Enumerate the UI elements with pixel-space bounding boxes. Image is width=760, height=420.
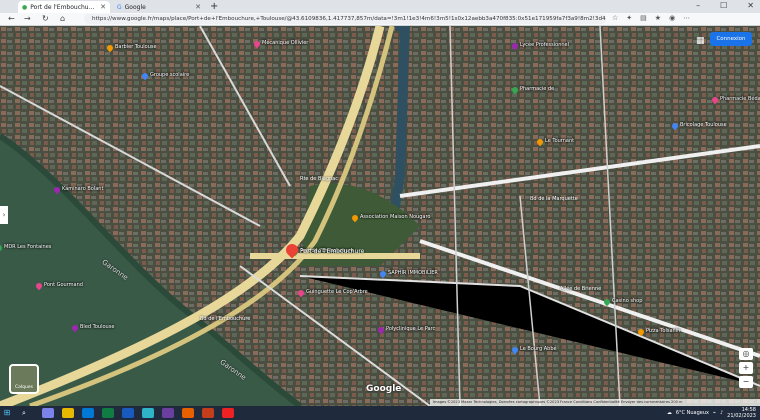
google-logo: Google [366, 384, 402, 394]
zoom-controls: ◎ + − [739, 348, 753, 388]
road-label: Rte de Blagnac [300, 176, 338, 182]
location-icon[interactable]: ◎ [739, 348, 753, 360]
signin-button[interactable]: Connexion [710, 32, 752, 46]
map-attribution[interactable]: Images ©2023 Maxar Technologies, Données… [430, 399, 760, 406]
poi-label[interactable]: Barbier Toulouse [115, 44, 157, 50]
poi-label[interactable]: Pharmacie de [520, 86, 554, 92]
excel-icon[interactable] [102, 408, 114, 418]
reload-icon[interactable]: ↻ [42, 14, 49, 23]
maps-pin-icon: ● [22, 3, 28, 11]
road-label: Allée de Brienne [560, 286, 602, 292]
poi-label[interactable]: Pizza Tolsanin [646, 328, 680, 334]
poi-label[interactable]: Guinguette Le Cop'Arbre [306, 289, 368, 295]
edge-icon[interactable] [142, 408, 154, 418]
poi-label[interactable]: SAPHIR IMMOBILIER [388, 270, 438, 276]
forward-icon[interactable]: → [24, 14, 31, 23]
poi-label[interactable]: Bled Toulouse [80, 324, 114, 330]
poi-label[interactable]: Pharmacie Béda [720, 96, 760, 102]
tab-strip: ● Port de l'Embouchure - Google ✕ G Goog… [0, 0, 760, 13]
minimize-icon[interactable]: – [696, 1, 700, 10]
collapse-panel-button[interactable]: › [0, 206, 8, 224]
poi-label[interactable]: Association Maison Nougaro [360, 214, 430, 220]
tab-google[interactable]: G Google ✕ [113, 1, 205, 13]
extensions-icon[interactable]: ✦ [626, 14, 632, 22]
collections-icon[interactable]: ▤ [640, 14, 647, 22]
onenote-icon[interactable] [162, 408, 174, 418]
windows-start-icon[interactable]: ⊞ [0, 406, 14, 420]
poi-label[interactable]: Pont Gourmand [44, 282, 83, 288]
taskbar: ⊞ ⌕ ☁ 6°C Nuageux ⌁ ♪ 14:58 21/02/2023 [0, 406, 760, 420]
browser-toolbar: ← → ↻ ⌂ https://www.google.fr/maps/place… [0, 13, 760, 26]
apps-grid-icon[interactable]: ▦ [696, 36, 705, 46]
network-icon[interactable]: ⌁ [713, 410, 716, 416]
poi-label[interactable]: Lycée Professionnel [520, 42, 569, 48]
poi-label[interactable]: Kaminaro Bolant [62, 186, 103, 192]
outlook-icon[interactable] [82, 408, 94, 418]
layers-button[interactable]: Calques [9, 364, 39, 394]
toolbar-icons: ☆ ✦ ▤ ★ ◉ ⋯ [612, 14, 690, 22]
tab-label: Port de l'Embouchure - Google [30, 3, 96, 11]
clock-date: 21/02/2023 [727, 413, 756, 419]
profile-icon[interactable]: ◉ [669, 14, 675, 22]
teams-icon[interactable] [42, 408, 54, 418]
weather-icon: ☁ [666, 410, 672, 416]
system-tray: ☁ 6°C Nuageux ⌁ ♪ 14:58 21/02/2023 [667, 406, 756, 420]
poi-label[interactable]: Le Tournant [545, 138, 574, 144]
weather-text[interactable]: 6°C Nuageux [676, 410, 709, 416]
maximize-icon[interactable]: ☐ [720, 1, 727, 10]
place-marker-label[interactable]: Port de l'Embouchure [300, 248, 364, 255]
tab-port-embouchure[interactable]: ● Port de l'Embouchure - Google ✕ [18, 1, 110, 13]
firefox-icon[interactable] [182, 408, 194, 418]
new-tab-button[interactable]: + [210, 1, 218, 12]
favorites-icon[interactable]: ★ [655, 14, 661, 22]
close-icon[interactable]: ✕ [195, 3, 201, 11]
poi-label[interactable]: Le Bourg Abbé [520, 346, 557, 352]
acrobat-icon[interactable] [222, 408, 234, 418]
road-label: Bd de l'Embouchure [200, 316, 251, 322]
poi-label[interactable]: Casino shop [612, 298, 642, 304]
zoom-out-button[interactable]: − [739, 376, 753, 388]
google-g-icon: G [117, 3, 122, 11]
search-icon[interactable]: ⌕ [22, 408, 34, 418]
file-explorer-icon[interactable] [62, 408, 74, 418]
home-icon[interactable]: ⌂ [60, 14, 65, 23]
layers-label: Calques [15, 385, 33, 390]
word-icon[interactable] [122, 408, 134, 418]
back-icon[interactable]: ← [8, 14, 15, 23]
close-window-icon[interactable]: ✕ [747, 1, 754, 10]
satellite-map[interactable]: Barbier Toulouse Mécanique Ollivier Groupe… [0, 26, 760, 406]
powerpoint-icon[interactable] [202, 408, 214, 418]
address-bar[interactable]: https://www.google.fr/maps/place/Port+de… [84, 14, 606, 24]
settings-menu-icon[interactable]: ⋯ [683, 14, 690, 22]
clock[interactable]: 14:58 21/02/2023 [727, 407, 756, 419]
close-icon[interactable]: ✕ [100, 3, 106, 11]
road-label: Bd de la Marquette [530, 196, 578, 202]
zoom-in-button[interactable]: + [739, 362, 753, 374]
volume-icon[interactable]: ♪ [720, 410, 723, 416]
window-controls: – ☐ ✕ [696, 1, 754, 10]
star-icon[interactable]: ☆ [612, 14, 618, 22]
poi-label[interactable]: Polyclinique Le Parc [386, 326, 435, 332]
tab-label: Google [124, 3, 146, 11]
poi-label[interactable]: Groupe scolaire [150, 72, 189, 78]
poi-label[interactable]: Bricolage Toulouse [680, 122, 727, 128]
poi-label[interactable]: Mécanique Ollivier [262, 40, 308, 46]
poi-label[interactable]: MDR Les Fontaines [4, 244, 51, 250]
